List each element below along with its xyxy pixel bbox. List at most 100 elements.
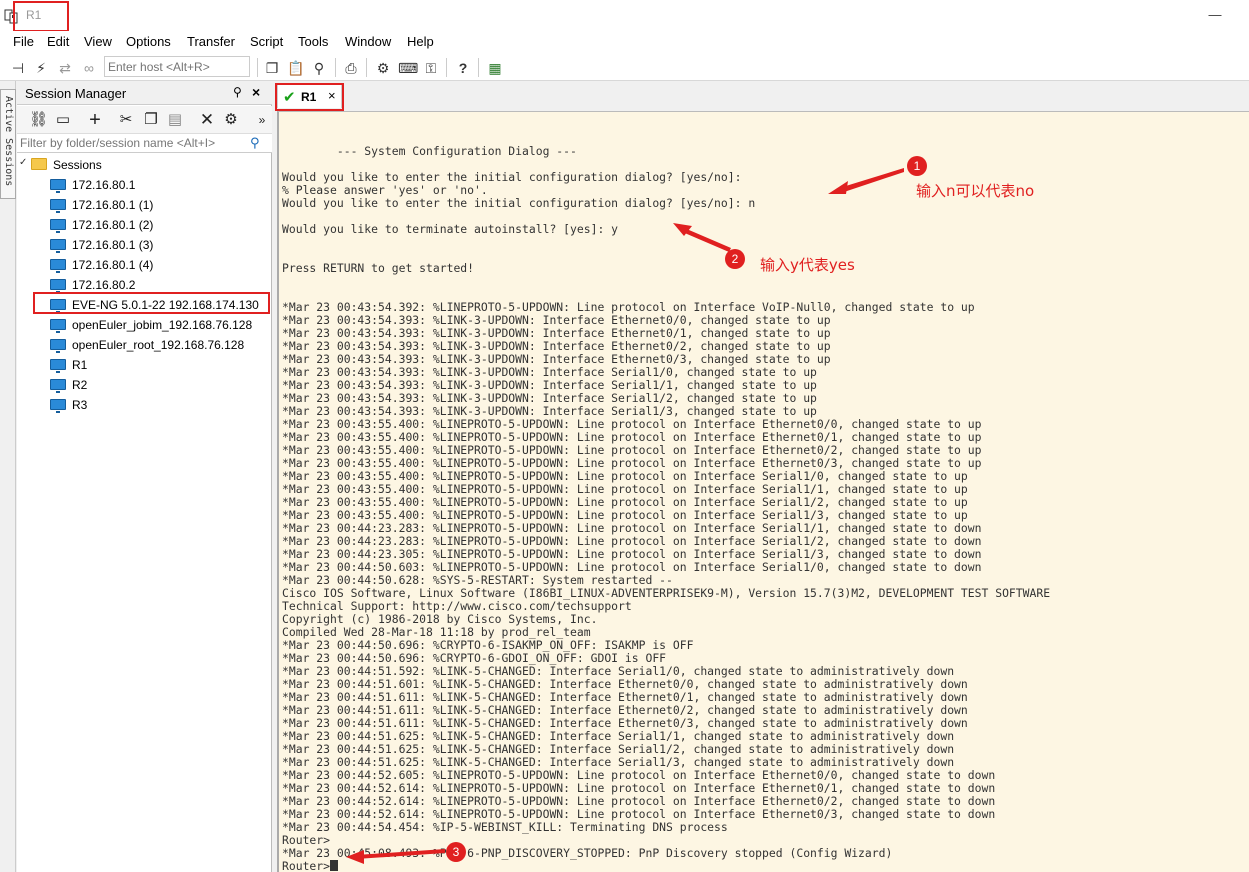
- terminal-prompt: Router>: [282, 859, 331, 872]
- menu-view[interactable]: View: [84, 34, 112, 49]
- session-manager-toolbar: ⛓ ▭ + ✂ ❐ ▤ ✕ ⚙ »: [17, 106, 272, 134]
- toolbar-divider: [257, 58, 258, 77]
- terminal-line: Router>: [282, 833, 331, 847]
- filter-placeholder: Filter by folder/session name <Alt+I>: [20, 136, 216, 150]
- session-manager-panel: Session Manager ⚲ × ⛓ ▭ + ✂ ❐ ▤ ✕ ⚙ » Fi…: [17, 81, 272, 872]
- pin-icon[interactable]: ⚲: [233, 85, 242, 99]
- active-sessions-strip: Active Sessions: [0, 81, 16, 872]
- terminal-line: *Mar 23 00:44:52.614: %LINEPROTO-5-UPDOW…: [282, 807, 996, 821]
- annotation-marker-1: 1: [907, 156, 927, 176]
- session-filter[interactable]: Filter by folder/session name <Alt+I> ⚲: [17, 134, 272, 153]
- screen-capture-icon[interactable]: ▦: [486, 59, 504, 77]
- menu-tools[interactable]: Tools: [298, 34, 328, 49]
- copy-icon[interactable]: ❐: [142, 111, 160, 129]
- help-icon[interactable]: ?: [454, 59, 472, 77]
- session-label: 172.16.80.1 (3): [72, 238, 154, 252]
- menu-window[interactable]: Window: [345, 34, 391, 49]
- monitor-icon: [50, 219, 66, 233]
- terminal-line: *Mar 23 00:43:55.400: %LINEPROTO-5-UPDOW…: [282, 443, 982, 457]
- terminal-line: *Mar 23 00:43:55.400: %LINEPROTO-5-UPDOW…: [282, 469, 968, 483]
- session-manager-title: Session Manager: [25, 86, 127, 101]
- find-icon[interactable]: ⚲: [310, 59, 328, 77]
- terminal-line: *Mar 23 00:44:54.454: %IP-5-WEBINST_KILL…: [282, 820, 728, 834]
- terminal-line: *Mar 23 00:44:23.283: %LINEPROTO-5-UPDOW…: [282, 534, 982, 548]
- terminal-line: *Mar 23 00:43:55.400: %LINEPROTO-5-UPDOW…: [282, 430, 982, 444]
- settings-gear-icon[interactable]: ⚙: [374, 59, 392, 77]
- terminal-screen[interactable]: --- System Configuration Dialog --- Woul…: [277, 111, 1249, 872]
- print-icon[interactable]: ⎙: [342, 59, 360, 77]
- monitor-icon: [50, 399, 66, 413]
- delete-icon[interactable]: ✕: [198, 111, 216, 129]
- terminal-line: *Mar 23 00:43:54.393: %LINK-3-UPDOWN: In…: [282, 352, 831, 366]
- terminal-line: *Mar 23 00:44:51.625: %LINK-5-CHANGED: I…: [282, 755, 955, 769]
- add-icon[interactable]: +: [86, 110, 104, 130]
- toolbar-divider: [335, 58, 336, 77]
- terminal-line: *Mar 23 00:44:51.625: %LINK-5-CHANGED: I…: [282, 729, 955, 743]
- terminal-line: *Mar 23 00:44:51.592: %LINK-5-CHANGED: I…: [282, 664, 955, 678]
- session-label: R1: [72, 358, 88, 372]
- terminal-area: ✔ R1 × --- System Configuration Dialog -…: [274, 81, 1249, 872]
- new-window-icon[interactable]: ▭: [54, 111, 72, 129]
- session-label: openEuler_root_192.168.76.128: [72, 338, 245, 352]
- terminal-line: --- System Configuration Dialog ---: [336, 144, 577, 158]
- selected-session-highlight-box: [33, 292, 270, 314]
- connect-tree-icon[interactable]: ⊣: [9, 59, 27, 77]
- annotation-text-2: 输入y代表yes: [760, 256, 855, 274]
- keymap-icon[interactable]: ⌨: [398, 59, 418, 77]
- cut-icon[interactable]: ✂: [117, 111, 135, 129]
- monitor-icon: [50, 279, 66, 293]
- main-toolbar: ⊣ ⚡ ⇄ ∞ ❐ 📋 ⚲ ⎙ ⚙ ⌨ ⚿ ? ▦: [0, 53, 1249, 81]
- terminal-line: *Mar 23 00:44:50.696: %CRYPTO-6-GDOI_ON_…: [282, 651, 667, 665]
- active-sessions-label: Active Sessions: [3, 96, 14, 187]
- terminal-line: Technical Support: http://www.cisco.com/…: [282, 599, 632, 613]
- terminal-line: Would you like to terminate autoinstall?…: [282, 222, 619, 236]
- session-manager-header: Session Manager ⚲ ×: [17, 81, 272, 105]
- terminal-line: Would you like to enter the initial conf…: [282, 170, 742, 184]
- menu-transfer[interactable]: Transfer: [187, 34, 235, 49]
- terminal-line: *Mar 23 00:44:51.611: %LINK-5-CHANGED: I…: [282, 716, 968, 730]
- toolbar-divider: [478, 58, 479, 77]
- terminal-line: Would you like to enter the initial conf…: [282, 196, 756, 210]
- terminal-line: *Mar 23 00:44:51.601: %LINK-5-CHANGED: I…: [282, 677, 968, 691]
- monitor-icon: [50, 379, 66, 393]
- link-icon[interactable]: ⛓: [29, 111, 48, 129]
- quick-connect-icon[interactable]: ⚡: [32, 59, 50, 77]
- active-sessions-tab[interactable]: Active Sessions: [0, 89, 16, 199]
- terminal-line: *Mar 23 00:43:55.400: %LINEPROTO-5-UPDOW…: [282, 417, 982, 431]
- monitor-icon: [50, 319, 66, 333]
- menu-file[interactable]: File: [13, 34, 34, 49]
- session-label: 172.16.80.1: [72, 178, 136, 192]
- terminal-line: *Mar 23 00:43:54.393: %LINK-3-UPDOWN: In…: [282, 365, 817, 379]
- terminal-line: *Mar 23 00:44:51.611: %LINK-5-CHANGED: I…: [282, 703, 968, 717]
- session-label: 172.16.80.1 (4): [72, 258, 154, 272]
- terminal-line: *Mar 23 00:43:54.393: %LINK-3-UPDOWN: In…: [282, 313, 831, 327]
- menu-options[interactable]: Options: [126, 34, 171, 49]
- terminal-line: *Mar 23 00:44:50.628: %SYS-5-RESTART: Sy…: [282, 573, 673, 587]
- session-label: 172.16.80.1 (2): [72, 218, 154, 232]
- disconnect-icon[interactable]: ∞: [80, 59, 98, 77]
- terminal-line: *Mar 23 00:43:55.400: %LINEPROTO-5-UPDOW…: [282, 495, 968, 509]
- properties-gear-icon[interactable]: ⚙: [222, 111, 240, 129]
- terminal-line: *Mar 23 00:43:55.400: %LINEPROTO-5-UPDOW…: [282, 482, 968, 496]
- title-highlight-box: [13, 1, 69, 32]
- paste-icon[interactable]: ▤: [166, 111, 184, 129]
- expand-chevron-icon[interactable]: ✓: [19, 157, 27, 168]
- menu-script[interactable]: Script: [250, 34, 283, 49]
- search-icon[interactable]: ⚲: [250, 135, 260, 151]
- paste-icon[interactable]: 📋: [287, 59, 305, 77]
- close-icon[interactable]: ×: [252, 84, 260, 100]
- monitor-icon: [50, 179, 66, 193]
- terminal-output: --- System Configuration Dialog --- Woul…: [282, 132, 1050, 872]
- reconnect-icon[interactable]: ⇄: [56, 59, 74, 77]
- menu-edit[interactable]: Edit: [47, 34, 69, 49]
- terminal-line: *Mar 23 00:43:55.400: %LINEPROTO-5-UPDOW…: [282, 456, 982, 470]
- overflow-chevron-icon[interactable]: »: [253, 111, 271, 129]
- menu-help[interactable]: Help: [407, 34, 434, 49]
- minimize-button[interactable]: —: [1200, 4, 1230, 26]
- menu-bar: File Edit View Options Transfer Script T…: [0, 31, 1249, 53]
- host-input[interactable]: [104, 56, 250, 77]
- sftp-icon[interactable]: ⚿: [422, 59, 440, 77]
- copy-icon[interactable]: ❐: [263, 59, 281, 77]
- terminal-line: *Mar 23 00:43:54.393: %LINK-3-UPDOWN: In…: [282, 378, 817, 392]
- terminal-line: Cisco IOS Software, Linux Software (I86B…: [282, 586, 1051, 600]
